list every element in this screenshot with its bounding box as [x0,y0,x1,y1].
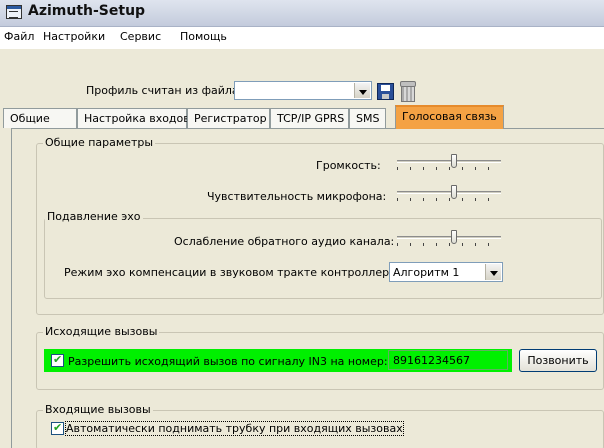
echo-mode-select[interactable]: Алгоритм 1 [389,262,503,282]
volume-slider[interactable] [393,154,505,172]
tab-sms[interactable]: SMS [349,108,386,128]
outgoing-call-checkbox[interactable] [51,353,64,367]
echo-attenuation-slider[interactable] [393,230,505,248]
auto-answer-label[interactable]: Автоматически поднимать трубку при входя… [65,421,404,436]
volume-label: Громкость: [316,159,381,172]
outgoing-calls-title: Исходящие вызовы [43,325,160,338]
outgoing-call-label[interactable]: Разрешить исходящий вызов по сигналу IN3… [68,355,388,368]
echo-attenuation-slider-thumb[interactable] [450,230,457,244]
menu-settings[interactable]: Настройки [43,30,105,43]
outgoing-number-input[interactable]: 89161234567 [388,350,508,370]
echo-mode-value: Алгоритм 1 [393,266,460,279]
chevron-down-icon[interactable] [354,83,370,98]
mic-sensitivity-slider-thumb[interactable] [450,185,457,199]
incoming-calls-title: Входящие вызовы [43,403,153,416]
save-icon[interactable] [377,83,394,100]
echo-attenuation-label: Ослабление обратного аудио канала: [174,235,395,248]
app-window-icon [6,5,22,19]
auto-answer-checkbox[interactable] [51,421,64,435]
menu-bar: Файл Настройки Сервис Помощь [0,27,604,49]
chevron-down-icon[interactable] [485,264,501,280]
echo-suppression-group: Подавление эхо [44,210,602,299]
trash-icon[interactable] [399,81,416,102]
volume-slider-thumb[interactable] [450,154,457,168]
window-title: Azimuth-Setup [28,3,146,19]
call-button[interactable]: Позвонить [519,349,597,372]
mic-sensitivity-label: Чувствительность микрофона: [207,190,387,203]
menu-service[interactable]: Сервис [120,30,161,43]
menu-help[interactable]: Помощь [180,30,227,43]
tab-tcpip-gprs[interactable]: TCP/IP GPRS [270,108,349,128]
menu-file[interactable]: Файл [4,30,34,43]
tab-inputs[interactable]: Настройка входов [77,108,190,128]
tab-recorder[interactable]: Регистратор [187,108,270,128]
profile-label: Профиль считан из файла [86,84,239,97]
echo-mode-label: Режим эхо компенсации в звуковом тракте … [64,266,400,279]
title-bar: Azimuth-Setup [0,0,604,27]
tab-voice[interactable]: Голосовая связь [395,105,504,129]
mic-sensitivity-slider[interactable] [393,185,505,203]
echo-suppression-title: Подавление эхо [45,210,143,223]
tab-general[interactable]: Общие [3,108,77,128]
general-params-title: Общие параметры [43,136,156,149]
profile-select[interactable] [234,81,372,100]
